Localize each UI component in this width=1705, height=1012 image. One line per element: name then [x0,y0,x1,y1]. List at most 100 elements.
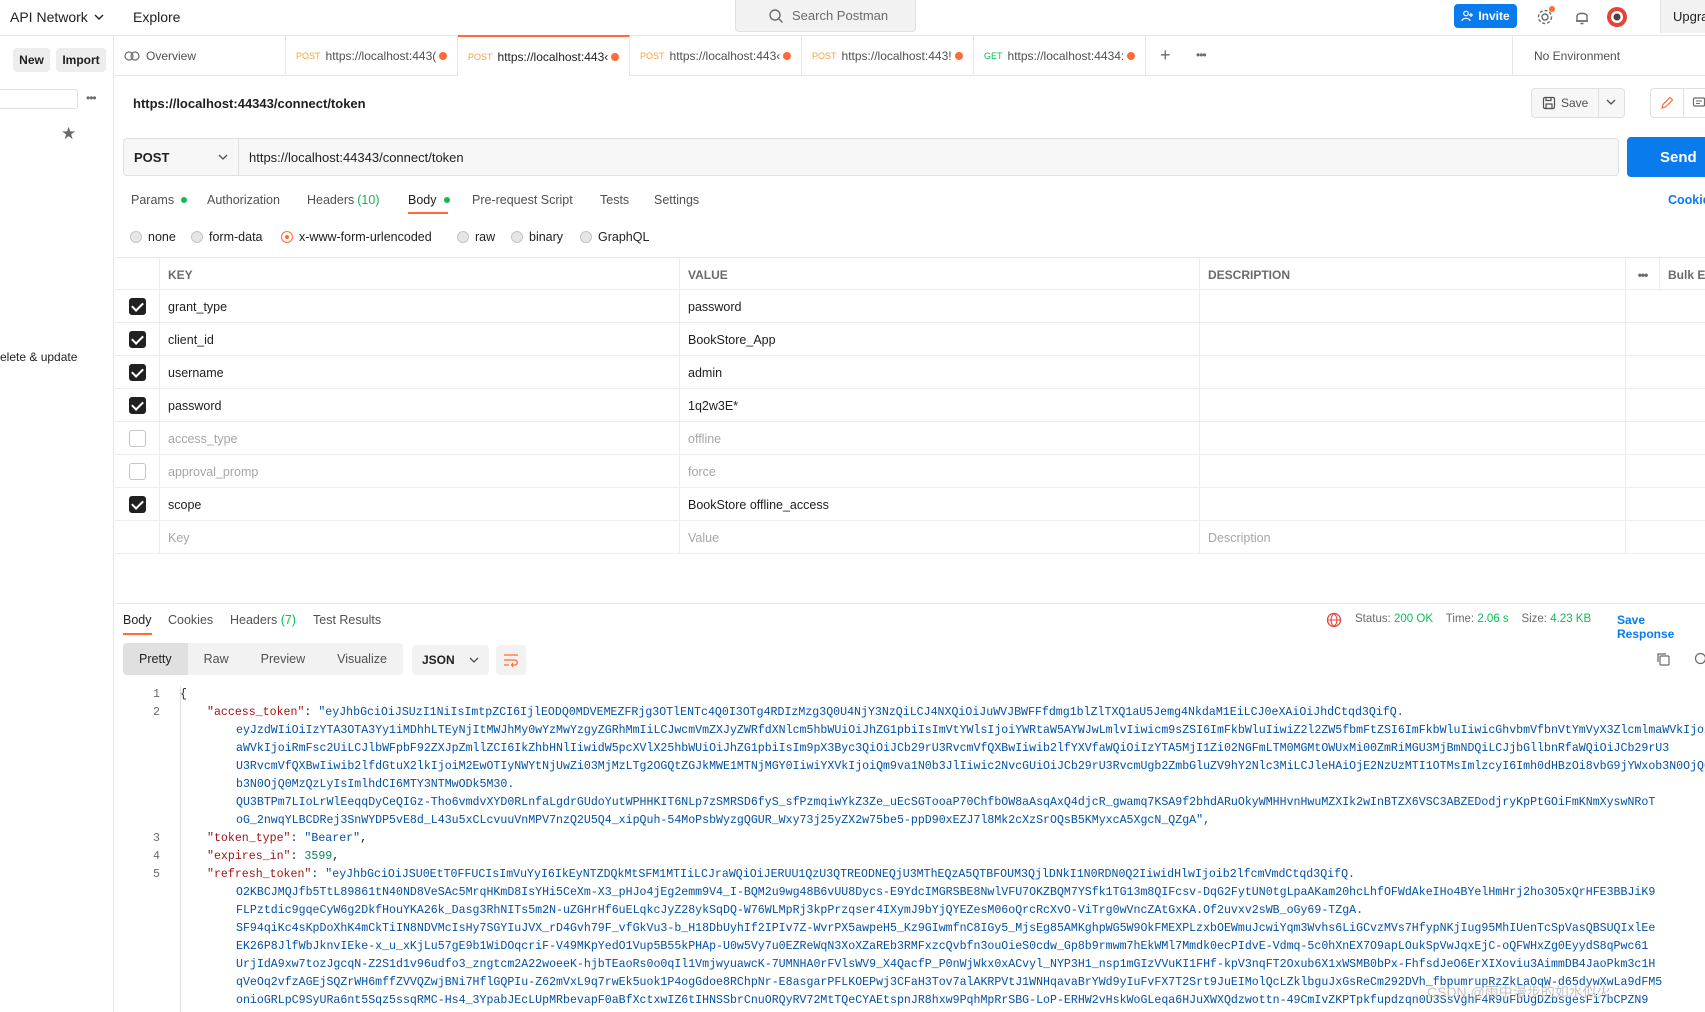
key-cell[interactable]: access_type [160,422,680,455]
invite-button[interactable]: Invite [1454,4,1517,28]
explore-link[interactable]: Explore [133,9,180,25]
value-cell[interactable]: 1q2w3E* [680,389,1200,422]
row-checkbox[interactable] [128,397,146,414]
more-tabs-icon[interactable]: ••• [1196,48,1207,62]
radio-graphql[interactable]: GraphQL [580,230,649,244]
new-tab-plus-icon[interactable]: + [1160,45,1171,66]
response-tab-body[interactable]: Body [123,613,152,635]
cookies-link[interactable]: Cookie [1668,193,1705,207]
key-cell[interactable]: client_id [160,323,680,356]
copy-icon[interactable] [1656,652,1671,667]
comments-button[interactable] [1684,88,1705,118]
description-cell[interactable] [1200,488,1626,521]
description-cell[interactable] [1200,290,1626,323]
upgrade-button[interactable]: Upgra [1660,0,1705,33]
active-indicator [443,197,450,203]
radio-none[interactable]: none [130,230,176,244]
search-icon[interactable] [1694,652,1705,667]
edit-button[interactable] [1650,88,1684,118]
description-cell[interactable] [1200,455,1626,488]
tab-overview[interactable]: Overview [114,36,286,76]
notifications-button[interactable] [1571,6,1593,28]
value-placeholder[interactable]: Value [680,521,1200,554]
code-line-wrap: QU3BTPm7LIoLrWlEeqqDyCeQIGz-Tho6vmdvXYD0… [236,796,1656,809]
description-cell[interactable] [1200,356,1626,389]
tab-request-active[interactable]: POST https://localhost:443‹ [458,35,630,76]
avatar[interactable] [1606,6,1628,28]
response-divider[interactable] [115,603,1705,604]
description-placeholder[interactable]: Description [1200,521,1626,554]
method-select[interactable]: POST [123,138,239,176]
response-tab-test-results[interactable]: Test Results [313,613,381,627]
key-placeholder[interactable]: Key [160,521,680,554]
save-dropdown[interactable] [1599,96,1624,110]
row-checkbox[interactable] [128,331,146,348]
description-cell[interactable] [1200,323,1626,356]
description-cell[interactable] [1200,389,1626,422]
radio-binary[interactable]: binary [511,230,563,244]
tab-body[interactable]: Body [408,193,450,207]
description-cell[interactable] [1200,422,1626,455]
search-bar[interactable]: Search Postman [735,0,916,32]
response-body[interactable]: 1 2 3 4 5 { "access_token": "eyJhbGciOiJ… [115,686,1705,1012]
radio-raw[interactable]: raw [457,230,495,244]
tab-request[interactable]: POST https://localhost:443‹ [630,36,802,76]
radio-urlencoded[interactable]: x-www-form-urlencoded [281,230,432,244]
save-button[interactable]: Save [1531,88,1625,118]
response-tab-headers[interactable]: Headers (7) [230,613,296,627]
tab-params[interactable]: Params [131,193,188,207]
row-checkbox[interactable] [128,430,146,447]
new-button[interactable]: New [13,48,50,72]
tab-settings[interactable]: Settings [654,193,699,207]
tab-request[interactable]: GET https://localhost:4434: [974,36,1146,76]
radio-form-data[interactable]: form-data [191,230,263,244]
tab-request[interactable]: POST https://localhost:443( [286,36,458,76]
row-checkbox[interactable] [128,496,146,513]
star-icon[interactable]: ★ [61,124,76,144]
url-input[interactable] [239,138,1619,176]
key-cell[interactable]: username [160,356,680,389]
sidebar-search-input[interactable] [0,89,78,109]
row-checkbox[interactable] [128,463,146,480]
language-select[interactable]: JSON [412,645,489,675]
size-value[interactable]: 4.23 KB [1550,613,1591,625]
status-value[interactable]: 200 OK [1394,613,1433,625]
tab-prerequest-script[interactable]: Pre-request Script [472,193,573,207]
key-cell[interactable]: password [160,389,680,422]
tab-authorization[interactable]: Authorization [207,193,280,207]
tab-request[interactable]: POST https://localhost:443! [802,36,974,76]
more-options-icon[interactable]: ••• [86,91,97,105]
import-button[interactable]: Import [56,48,106,72]
value-cell[interactable]: admin [680,356,1200,389]
bulk-edit-link[interactable]: Bulk E [1660,258,1705,291]
json-colon: : [290,850,305,863]
column-options-icon[interactable]: ••• [1626,258,1660,291]
key-cell[interactable]: grant_type [160,290,680,323]
row-checkbox[interactable] [128,298,146,315]
send-button[interactable]: Send [1627,137,1705,177]
tab-headers[interactable]: Headers (10) [307,193,379,207]
workspace-switcher[interactable]: API Network [10,9,104,25]
key-cell[interactable]: scope [160,488,680,521]
response-tab-cookies[interactable]: Cookies [168,613,213,627]
row-checkbox[interactable] [128,364,146,381]
request-title[interactable]: https://localhost:44343/connect/token [133,96,366,111]
key-cell[interactable]: approval_promp [160,455,680,488]
environment-selector[interactable]: No Environment [1512,36,1705,76]
value-cell[interactable]: password [680,290,1200,323]
sidebar-item-label[interactable]: elete & update [0,350,77,364]
tab-tests[interactable]: Tests [600,193,629,207]
value-cell[interactable]: offline [680,422,1200,455]
value-cell[interactable]: BookStore offline_access [680,488,1200,521]
globe-icon[interactable] [1326,612,1342,628]
format-preview[interactable]: Preview [245,643,321,675]
value-cell[interactable]: BookStore_App [680,323,1200,356]
format-raw[interactable]: Raw [188,643,245,675]
format-pretty[interactable]: Pretty [123,643,188,675]
format-visualize[interactable]: Visualize [321,643,403,675]
save-response-button[interactable]: Save Response [1617,613,1705,641]
time-value[interactable]: 2.06 s [1477,613,1508,625]
value-cell[interactable]: force [680,455,1200,488]
wrap-lines-button[interactable] [496,645,526,675]
settings-button[interactable] [1534,6,1556,28]
